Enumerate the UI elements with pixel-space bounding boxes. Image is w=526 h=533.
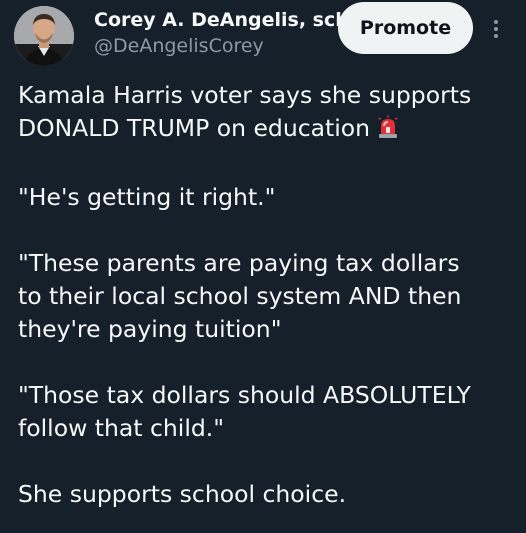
author-handle[interactable]: @DeAngelisCorey <box>94 35 264 57</box>
siren-icon <box>376 115 400 148</box>
tweet-paragraph: "These parents are paying tax dollars to… <box>18 249 462 343</box>
tweet-paragraph: Kamala Harris voter says she supports DO… <box>18 79 518 148</box>
tweet-paragraph: "He's getting it right." <box>18 183 276 211</box>
tweet-paragraph: "Those tax dollars should ABSOLUTELY fol… <box>18 381 471 442</box>
more-options-icon[interactable] <box>486 14 506 44</box>
avatar[interactable] <box>14 6 74 66</box>
profile-photo-icon <box>14 6 74 66</box>
tweet-header: Corey A. DeAngelis, school choice evange… <box>0 0 526 70</box>
tweet-paragraph-text: Kamala Harris voter says she supports DO… <box>18 81 472 142</box>
dot <box>494 34 498 38</box>
tweet-paragraph: She supports school choice. <box>18 480 347 508</box>
promote-button[interactable]: Promote <box>338 2 473 54</box>
dot <box>494 27 498 31</box>
author-display-name[interactable]: Corey A. DeAngelis, school choice evange… <box>94 9 344 31</box>
dot <box>494 20 498 24</box>
tweet-text: Kamala Harris voter says she supports DO… <box>18 79 518 511</box>
